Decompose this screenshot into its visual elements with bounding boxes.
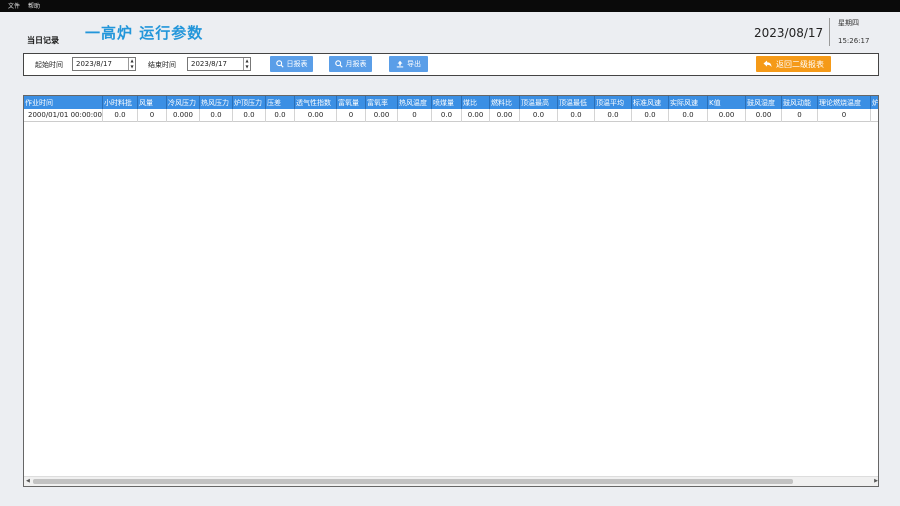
upload-icon	[396, 60, 404, 68]
back-label: 返回二级报表	[776, 59, 824, 69]
column-header[interactable]: K值	[708, 96, 746, 109]
table-cell: 0	[337, 109, 366, 122]
end-date-spinner[interactable]: ▲ ▼	[243, 58, 250, 70]
start-time-label: 起始时间	[35, 61, 63, 69]
column-header[interactable]: 鼓风湿度	[746, 96, 782, 109]
horizontal-scrollbar[interactable]: ◀ ▶	[24, 476, 878, 486]
table-cell	[871, 109, 878, 122]
end-date-value: 2023/8/17	[191, 60, 227, 68]
table-cell: 0.00	[746, 109, 782, 122]
table-cell: 0.0	[103, 109, 138, 122]
column-header[interactable]: 实际风速	[669, 96, 708, 109]
table-row[interactable]: 2000/01/01 00:00:00 0.0 0 0.000 0.0 0.0 0.0 0.0…	[24, 109, 878, 122]
end-time-label: 结束时间	[148, 61, 176, 69]
menu-file[interactable]: 文件	[8, 1, 20, 10]
table-cell: 0.00	[366, 109, 398, 122]
table-cell: 0.00	[462, 109, 490, 122]
search-icon	[334, 60, 343, 68]
search-icon	[275, 60, 284, 68]
column-header[interactable]: 燃料比	[490, 96, 520, 109]
column-header[interactable]: 压差	[266, 96, 295, 109]
column-header[interactable]: 冷风压力	[167, 96, 200, 109]
column-header[interactable]: 理论燃烧温度	[818, 96, 871, 109]
column-header[interactable]: 顶温平均	[595, 96, 632, 109]
daily-report-label: 日报表	[286, 60, 308, 68]
daily-report-button[interactable]: 日报表	[270, 56, 313, 72]
table-cell: 0	[818, 109, 871, 122]
table-cell: 0.0	[669, 109, 708, 122]
table-cell: 0.0	[200, 109, 233, 122]
column-header[interactable]: 作业时间	[24, 96, 103, 109]
table-cell: 0.00	[708, 109, 746, 122]
current-weekday: 星期四	[838, 19, 859, 27]
scrollbar-thumb[interactable]	[33, 479, 793, 484]
table-cell: 0.0	[595, 109, 632, 122]
column-header[interactable]: 热风温度	[398, 96, 432, 109]
table-cell: 0.00	[490, 109, 520, 122]
table-cell: 0.00	[295, 109, 337, 122]
column-header[interactable]: 炉顶压力	[233, 96, 266, 109]
monthly-report-button[interactable]: 月报表	[329, 56, 372, 72]
table-cell: 0.0	[558, 109, 595, 122]
back-button[interactable]: 返回二级报表	[756, 56, 831, 72]
table-cell: 0.000	[167, 109, 200, 122]
export-label: 导出	[407, 60, 421, 68]
column-header[interactable]: 顶温最高	[520, 96, 558, 109]
column-header[interactable]: 风量	[138, 96, 167, 109]
page-title: 一高炉 运行参数	[85, 24, 204, 42]
table-cell: 2000/01/01 00:00:00	[24, 109, 103, 122]
column-header[interactable]: 标准风速	[632, 96, 669, 109]
data-grid[interactable]: 作业时间 小时料批 风量 冷风压力 热风压力 炉顶压力 压差 透气性指数 富氧量 富氧率 热风温度喷…	[23, 95, 879, 487]
header-divider	[829, 18, 830, 46]
monthly-report-label: 月报表	[345, 60, 367, 68]
record-label: 当日记录	[27, 36, 59, 45]
column-header[interactable]: 透气性指数	[295, 96, 337, 109]
scroll-left-icon[interactable]: ◀	[26, 478, 30, 484]
table-cell: 0.0	[266, 109, 295, 122]
column-header[interactable]: 热风压力	[200, 96, 233, 109]
current-date: 2023/08/17	[754, 26, 824, 40]
filter-toolbar: 起始时间 2023/8/17 ▲ ▼ 结束时间 2023/8/17 ▲ ▼ 日报表 …	[23, 53, 879, 76]
table-cell: 0.0	[520, 109, 558, 122]
table-cell: 0	[398, 109, 432, 122]
table-cell: 0.0	[432, 109, 462, 122]
column-header[interactable]: 鼓风动能	[782, 96, 818, 109]
table-cell: 0	[138, 109, 167, 122]
table-cell: 0	[782, 109, 818, 122]
current-time: 15:26:17	[838, 37, 870, 45]
menu-bar: 文件 帮助	[0, 0, 900, 12]
end-date-picker[interactable]: 2023/8/17 ▲ ▼	[187, 57, 251, 71]
start-date-value: 2023/8/17	[76, 60, 112, 68]
column-header[interactable]: 煤比	[462, 96, 490, 109]
back-arrow-icon	[763, 60, 772, 68]
column-header[interactable]: 富氧率	[366, 96, 398, 109]
column-header[interactable]: 小时料批	[103, 96, 138, 109]
start-date-picker[interactable]: 2023/8/17 ▲ ▼	[72, 57, 136, 71]
scroll-right-icon[interactable]: ▶	[874, 478, 878, 484]
column-header[interactable]: 富氧量	[337, 96, 366, 109]
table-header: 作业时间 小时料批 风量 冷风压力 热风压力 炉顶压力 压差 透气性指数 富氧量 富氧率 热风温度喷…	[24, 96, 878, 109]
column-header[interactable]: 炉	[871, 96, 878, 109]
menu-help[interactable]: 帮助	[28, 1, 40, 10]
column-header[interactable]: 顶温最低	[558, 96, 595, 109]
table-cell: 0.0	[233, 109, 266, 122]
start-date-spinner[interactable]: ▲ ▼	[128, 58, 135, 70]
table-cell: 0.0	[632, 109, 669, 122]
column-header[interactable]: 喷煤量	[432, 96, 462, 109]
export-button[interactable]: 导出	[389, 56, 428, 72]
